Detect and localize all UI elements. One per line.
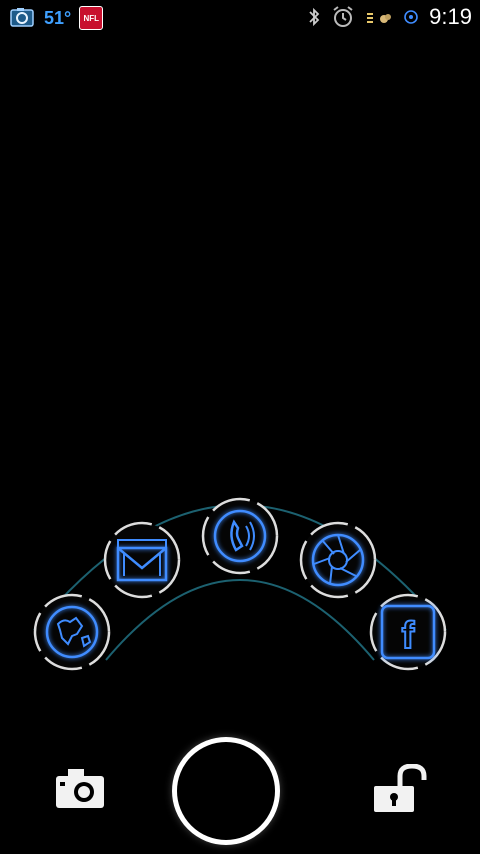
- browser-shortcut[interactable]: [30, 590, 114, 674]
- gmail-shortcut[interactable]: [100, 518, 184, 602]
- unlock-icon: [374, 763, 427, 812]
- facebook-icon: f: [369, 593, 447, 671]
- facebook-letter: f: [402, 615, 415, 657]
- camera-button[interactable]: [54, 766, 106, 810]
- mail-icon: [103, 521, 181, 599]
- unlock-button[interactable]: [372, 763, 428, 814]
- phone-shortcut[interactable]: [198, 494, 282, 578]
- camera-icon: [56, 769, 104, 808]
- phone-icon: [201, 497, 279, 575]
- lock-ring-button[interactable]: [172, 737, 280, 845]
- facebook-shortcut[interactable]: f: [366, 590, 450, 674]
- unlock-arc: [33, 504, 447, 661]
- globe-icon: [33, 593, 111, 671]
